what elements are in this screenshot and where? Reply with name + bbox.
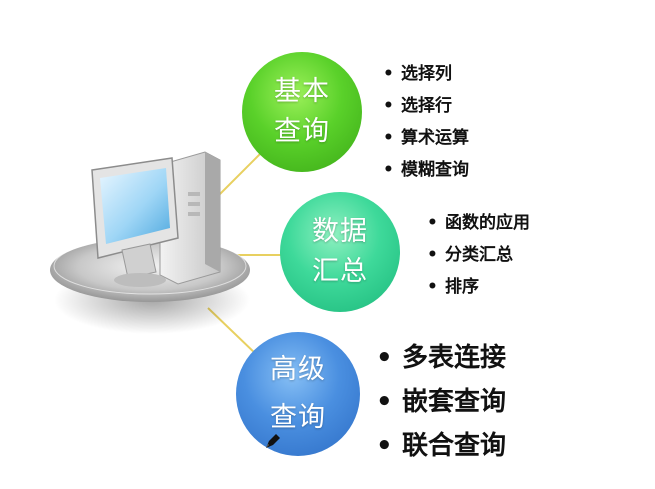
list-item: 嵌套查询 — [376, 380, 506, 424]
connector-basic — [213, 151, 263, 201]
list-item: 模糊查询 — [383, 154, 469, 186]
node-basic-query: 基本 查询 — [242, 52, 362, 172]
list-item: 选择行 — [383, 90, 469, 122]
pen-cursor-icon — [266, 434, 280, 448]
node-data-summary-label-1: 数据 — [312, 216, 368, 247]
data-summary-list: 函数的应用 分类汇总 排序 — [427, 207, 530, 303]
node-basic-query-label-1: 基本 — [274, 76, 330, 107]
computer-icon — [50, 151, 250, 334]
list-item: 选择列 — [383, 58, 469, 90]
node-basic-query-label-2: 查询 — [274, 116, 330, 147]
list-item: 多表连接 — [376, 336, 506, 380]
list-item: 分类汇总 — [427, 239, 530, 271]
list-item: 函数的应用 — [427, 207, 530, 239]
node-advanced-query: 高级 查询 — [236, 332, 360, 456]
node-data-summary: 数据 汇总 — [280, 192, 400, 312]
node-advanced-query-label-1: 高级 — [270, 354, 326, 385]
diagram-stage: 基本 查询 数据 汇总 高级 查询 选择列 选择行 算术运算 模糊查询 函数的应… — [0, 0, 655, 489]
list-item: 算术运算 — [383, 122, 469, 154]
list-item: 联合查询 — [376, 424, 506, 468]
advanced-query-list: 多表连接 嵌套查询 联合查询 — [376, 336, 506, 468]
list-item: 排序 — [427, 271, 530, 303]
node-data-summary-label-2: 汇总 — [312, 256, 368, 287]
basic-query-list: 选择列 选择行 算术运算 模糊查询 — [383, 58, 469, 186]
